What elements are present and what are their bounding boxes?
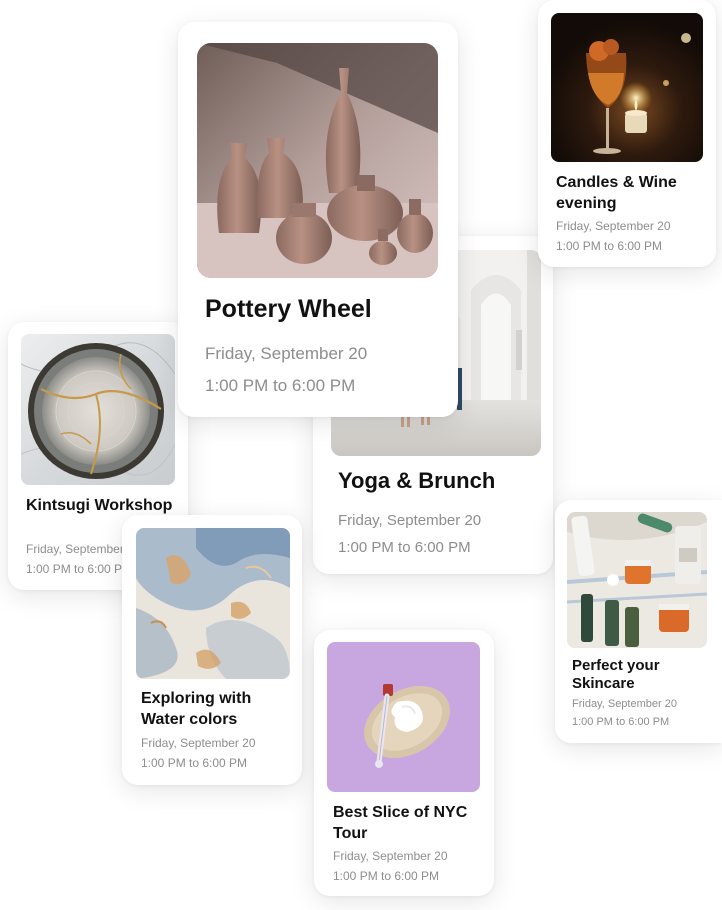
event-date: Friday, September 20 bbox=[338, 512, 482, 529]
event-time: 1:00 PM to 6:00 PM bbox=[572, 716, 670, 728]
event-date: Friday, September 20 bbox=[572, 698, 677, 710]
event-card-candles[interactable]: Candles & Wine evening Friday, September… bbox=[538, 0, 716, 267]
event-date: Friday, September 20 bbox=[333, 849, 448, 863]
event-image-candles bbox=[551, 13, 703, 162]
event-time: 1:00 PM to 6:00 PM bbox=[141, 756, 248, 770]
event-card-nyc[interactable]: Best Slice of NYC Tour Friday, September… bbox=[314, 630, 494, 896]
event-image-kintsugi bbox=[21, 334, 175, 485]
event-image-nyc bbox=[327, 642, 480, 792]
event-time: 1:00 PM to 6:00 PM bbox=[26, 562, 133, 576]
event-title: Best Slice of NYC Tour bbox=[333, 804, 468, 842]
event-date: Friday, September 20 bbox=[205, 344, 368, 363]
event-card-watercolors[interactable]: Exploring with Water colors Friday, Sept… bbox=[122, 515, 302, 785]
event-image-skincare bbox=[567, 512, 707, 648]
event-time: 1:00 PM to 6:00 PM bbox=[556, 239, 663, 253]
event-time: 1:00 PM to 6:00 PM bbox=[205, 376, 356, 395]
event-image-pottery bbox=[197, 43, 438, 278]
event-image-watercolors bbox=[136, 528, 290, 679]
event-title: Kintsugi Workshop bbox=[26, 497, 173, 514]
event-time: 1:00 PM to 6:00 PM bbox=[338, 539, 471, 556]
event-title: Perfect your Skincare bbox=[572, 657, 660, 692]
event-title: Pottery Wheel bbox=[205, 295, 372, 323]
event-title: Exploring with Water colors bbox=[141, 690, 252, 728]
event-date: Friday, September 20 bbox=[556, 219, 671, 233]
event-title: Candles & Wine evening bbox=[556, 174, 677, 212]
event-time: 1:00 PM to 6:00 PM bbox=[333, 869, 440, 883]
event-date: Friday, September 20 bbox=[141, 736, 256, 750]
event-card-pottery[interactable]: Pottery Wheel Friday, September 20 1:00 … bbox=[178, 22, 458, 417]
event-card-skincare[interactable]: Perfect your Skincare Friday, September … bbox=[555, 500, 722, 743]
event-title: Yoga & Brunch bbox=[338, 468, 496, 493]
